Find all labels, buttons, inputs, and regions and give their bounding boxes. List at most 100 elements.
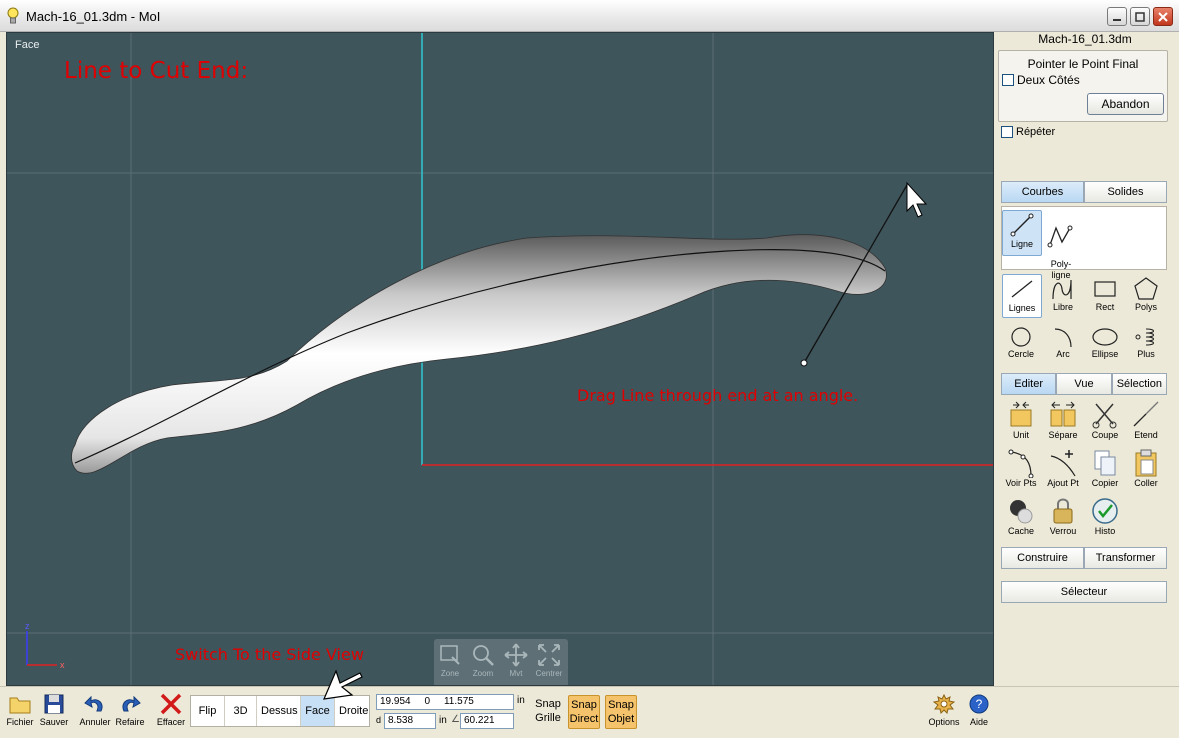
axis-indicator: z x	[25, 621, 65, 670]
tool-freehand[interactable]: Libre	[1043, 276, 1083, 312]
angle-field[interactable]: 60.221	[460, 713, 514, 729]
zoom-window-icon	[440, 645, 460, 665]
tool-label: Arc	[1056, 349, 1070, 359]
view-3d-button[interactable]: 3D	[225, 696, 257, 726]
add-point-icon	[1050, 450, 1076, 477]
tab-solids[interactable]: Solides	[1084, 181, 1167, 203]
snap-object-button[interactable]: Snap Objet	[605, 695, 637, 729]
help-button[interactable]: ? Aide	[961, 693, 997, 727]
cancel-button[interactable]: Abandon	[1087, 93, 1164, 115]
distance-unit: in	[439, 715, 447, 726]
maximize-icon	[1135, 12, 1145, 22]
pointer-arrow-icon	[323, 669, 363, 700]
curve-tabs: Courbes Solides	[1001, 181, 1167, 203]
file-label: Fichier	[6, 717, 34, 727]
tool-hide[interactable]: Cache	[1001, 496, 1041, 536]
tool-label: Ligne	[1010, 239, 1034, 249]
tab-selection[interactable]: Sélection	[1111, 373, 1167, 395]
tool-label: Unit	[1012, 430, 1029, 440]
tool-label: Polys	[1134, 302, 1157, 312]
tool-label: Lignes	[1008, 303, 1036, 313]
tool-arc[interactable]: Arc	[1043, 325, 1083, 359]
tool-label: Etend	[1134, 430, 1158, 440]
tool-paste[interactable]: Coller	[1126, 448, 1166, 488]
tab-curves[interactable]: Courbes	[1001, 181, 1084, 203]
tool-label: Libre	[1052, 302, 1073, 312]
tool-ellipse[interactable]: Ellipse	[1085, 325, 1125, 359]
tab-view[interactable]: Vue	[1056, 373, 1112, 395]
tool-circle[interactable]: Cercle	[1001, 325, 1041, 359]
magnifier-icon	[473, 645, 494, 666]
selector-bar: Sélecteur	[1001, 581, 1167, 603]
tool-polyline[interactable]: Poly- ligne	[1041, 213, 1081, 281]
redo-button[interactable]: Refaire	[112, 693, 148, 727]
tool-show-points[interactable]: Voir Pts	[1001, 448, 1041, 488]
zoom-button[interactable]: Zoom	[467, 643, 499, 678]
model-body	[71, 234, 887, 474]
distance-label: d	[376, 715, 382, 725]
annotation-title: Line to Cut End:	[64, 58, 249, 84]
lightbulb-icon	[7, 7, 19, 24]
tool-add-point[interactable]: Ajout Pt	[1043, 448, 1083, 488]
view-label[interactable]: Face	[15, 39, 39, 51]
help-icon: ?	[969, 694, 989, 714]
tool-more[interactable]: Plus	[1126, 325, 1166, 359]
tool-rectangle[interactable]: Rect	[1085, 276, 1125, 312]
tab-transform[interactable]: Transformer	[1084, 547, 1167, 569]
tool-label: Ajout Pt	[1047, 478, 1079, 488]
tool-label: Voir Pts	[1005, 478, 1037, 488]
polygon-icon	[1134, 277, 1158, 300]
view-top-button[interactable]: Dessus	[257, 696, 301, 726]
tool-trim[interactable]: Coupe	[1085, 400, 1125, 440]
delete-button[interactable]: Effacer	[153, 693, 189, 727]
tool-line[interactable]: Ligne	[1002, 210, 1042, 256]
minimize-button[interactable]	[1107, 7, 1127, 26]
view-flip-button[interactable]: Flip	[191, 696, 225, 726]
tool-extend[interactable]: Etend	[1126, 400, 1166, 440]
options-button[interactable]: Options	[926, 693, 962, 727]
close-button[interactable]	[1153, 7, 1173, 26]
line-icon	[1010, 213, 1034, 237]
snap-grid-button[interactable]: Snap Grille	[532, 695, 564, 729]
tool-separate[interactable]: Sépare	[1043, 400, 1083, 440]
coordinate-field[interactable]: 19.954 0 11.575	[376, 694, 514, 710]
selector-button[interactable]: Sélecteur	[1001, 581, 1167, 603]
undo-button[interactable]: Annuler	[77, 693, 113, 727]
extend-icon	[1133, 401, 1159, 427]
mouse-cursor-icon	[906, 181, 928, 218]
tool-lock[interactable]: Verrou	[1043, 496, 1083, 536]
viewport-canvas[interactable]: z x	[7, 33, 994, 686]
viewport-front[interactable]: z x Face Line to Cut End: Drag Line thro…	[6, 32, 994, 686]
tab-construct[interactable]: Construire	[1001, 547, 1084, 569]
file-button[interactable]: Fichier	[2, 693, 38, 727]
pan-button[interactable]: Mvt	[500, 643, 532, 678]
delete-x-icon	[160, 693, 182, 715]
center-button[interactable]: Centrer	[533, 643, 565, 678]
command-panel: Mach-16_01.3dm Pointer le Point Final De…	[997, 32, 1173, 686]
both-sides-checkbox[interactable]: Deux Côtés	[1002, 73, 1080, 87]
checkbox-box[interactable]	[1001, 126, 1013, 138]
checkbox-box[interactable]	[1002, 74, 1014, 86]
both-sides-label: Deux Côtés	[1017, 73, 1080, 87]
cut-line-start-point	[800, 359, 808, 367]
repeat-checkbox[interactable]: Répéter	[1001, 126, 1055, 138]
tab-edit[interactable]: Editer	[1001, 373, 1057, 395]
undo-label: Annuler	[79, 717, 111, 727]
tool-history[interactable]: Histo	[1085, 496, 1125, 536]
tool-polygon[interactable]: Polys	[1126, 276, 1166, 312]
distance-field[interactable]: 8.538	[384, 713, 436, 729]
save-button[interactable]: Sauver	[36, 693, 72, 727]
tool-lines[interactable]: Lignes	[1002, 274, 1042, 318]
center-icon	[538, 644, 560, 666]
tool-join[interactable]: Unit	[1001, 400, 1041, 440]
coord-unit: in	[517, 695, 525, 706]
tool-copy[interactable]: Copier	[1085, 448, 1125, 488]
freehand-icon	[1052, 279, 1072, 300]
zone-button[interactable]: Zone	[434, 643, 466, 678]
delete-label: Effacer	[156, 717, 186, 727]
snap-direct-button[interactable]: Snap Direct	[568, 695, 600, 729]
maximize-button[interactable]	[1130, 7, 1150, 26]
center-label: Centrer	[535, 669, 563, 678]
window-title: Mach-16_01.3dm - MoI	[26, 9, 161, 24]
repeat-label: Répéter	[1016, 126, 1056, 138]
